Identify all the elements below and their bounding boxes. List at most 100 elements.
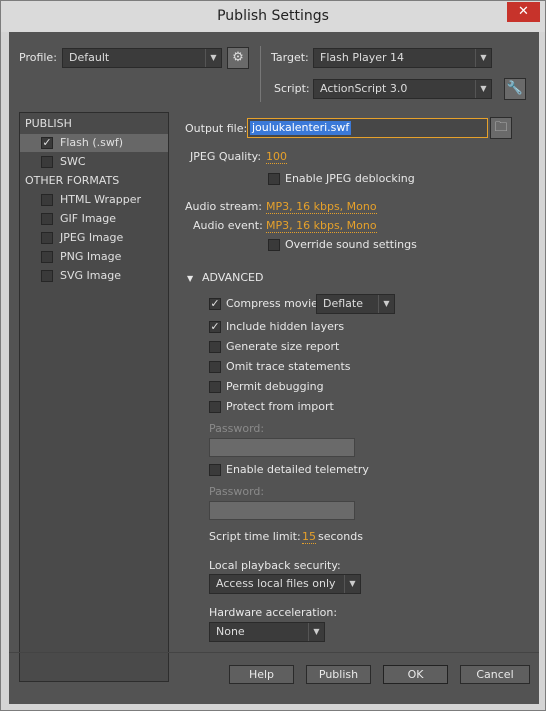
dialog-body: Profile: Default ▼ ⚙ Target: Flash Playe… bbox=[9, 32, 539, 704]
override-sound-checkbox[interactable] bbox=[268, 239, 280, 251]
chevron-down-icon: ▼ bbox=[378, 295, 394, 313]
folder-icon: 🗀 bbox=[494, 120, 508, 135]
script-dropdown[interactable]: ActionScript 3.0 ▼ bbox=[313, 79, 492, 99]
script-label: Script: bbox=[274, 82, 310, 95]
help-button[interactable]: Help bbox=[229, 665, 294, 684]
compress-value: Deflate bbox=[323, 297, 363, 310]
target-dropdown[interactable]: Flash Player 14 ▼ bbox=[313, 48, 492, 68]
html-checkbox[interactable] bbox=[41, 194, 53, 206]
script-value: ActionScript 3.0 bbox=[320, 82, 408, 95]
hw-accel-label: Hardware acceleration: bbox=[209, 606, 338, 619]
gif-checkbox[interactable] bbox=[41, 213, 53, 225]
audio-event-value[interactable]: MP3, 16 kbps, Mono bbox=[266, 219, 377, 233]
browse-output-button[interactable]: 🗀 bbox=[490, 117, 512, 139]
target-label: Target: bbox=[271, 51, 309, 64]
format-item-label: HTML Wrapper bbox=[60, 193, 142, 206]
footer-divider bbox=[9, 652, 539, 653]
publish-heading: PUBLISH bbox=[25, 117, 72, 130]
profile-label: Profile: bbox=[19, 51, 57, 64]
cancel-button[interactable]: Cancel bbox=[460, 665, 530, 684]
audio-event-label: Audio event: bbox=[193, 219, 263, 232]
format-list-panel: PUBLISH ✓ Flash (.swf) SWC OTHER FORMATS… bbox=[19, 112, 169, 682]
permit-debugging-checkbox[interactable] bbox=[209, 381, 221, 393]
local-playback-label: Local playback security: bbox=[209, 559, 341, 572]
format-item-label: JPEG Image bbox=[60, 231, 124, 244]
format-item-label: GIF Image bbox=[60, 212, 117, 225]
permit-debugging-label: Permit debugging bbox=[226, 380, 324, 393]
gear-icon: ⚙ bbox=[232, 50, 244, 65]
format-item-png[interactable]: PNG Image bbox=[20, 248, 168, 266]
format-item-svg[interactable]: SVG Image bbox=[20, 267, 168, 285]
compress-dropdown[interactable]: Deflate ▼ bbox=[316, 294, 395, 314]
hw-accel-dropdown[interactable]: None ▼ bbox=[209, 622, 325, 642]
script-time-label: Script time limit: bbox=[209, 530, 301, 543]
hw-accel-value: None bbox=[216, 625, 245, 638]
output-file-value: joulukalenteri.swf bbox=[250, 121, 352, 135]
telemetry-password-label: Password: bbox=[209, 485, 265, 498]
protect-import-checkbox[interactable] bbox=[209, 401, 221, 413]
wrench-icon: 🔧 bbox=[506, 81, 524, 96]
jpeg-deblocking-label: Enable JPEG deblocking bbox=[285, 172, 415, 185]
ok-button[interactable]: OK bbox=[383, 665, 448, 684]
output-file-input[interactable]: joulukalenteri.swf bbox=[247, 118, 488, 138]
omit-trace-label: Omit trace statements bbox=[226, 360, 351, 373]
telemetry-checkbox[interactable] bbox=[209, 464, 221, 476]
output-file-label: Output file: bbox=[185, 122, 248, 135]
other-formats-heading: OTHER FORMATS bbox=[25, 174, 120, 187]
audio-stream-label: Audio stream: bbox=[185, 200, 263, 213]
actionscript-settings-button[interactable]: 🔧 bbox=[504, 78, 526, 100]
omit-trace-checkbox[interactable] bbox=[209, 361, 221, 373]
profile-dropdown[interactable]: Default ▼ bbox=[62, 48, 222, 68]
format-item-label: PNG Image bbox=[60, 250, 122, 263]
protect-import-label: Protect from import bbox=[226, 400, 334, 413]
advanced-toggle[interactable]: ADVANCED bbox=[202, 271, 263, 284]
include-hidden-checkbox[interactable]: ✓ bbox=[209, 321, 221, 333]
audio-stream-value[interactable]: MP3, 16 kbps, Mono bbox=[266, 200, 377, 214]
local-playback-dropdown[interactable]: Access local files only ▼ bbox=[209, 574, 361, 594]
override-sound-label: Override sound settings bbox=[285, 238, 417, 251]
format-item-label: Flash (.swf) bbox=[60, 136, 124, 149]
telemetry-password-input[interactable] bbox=[209, 501, 355, 520]
jpeg-checkbox[interactable] bbox=[41, 232, 53, 244]
script-time-unit: seconds bbox=[318, 530, 363, 543]
chevron-down-icon: ▼ bbox=[308, 623, 324, 641]
jpeg-deblocking-checkbox[interactable] bbox=[268, 173, 280, 185]
svg-checkbox[interactable] bbox=[41, 270, 53, 282]
format-item-gif[interactable]: GIF Image bbox=[20, 210, 168, 228]
chevron-down-icon: ▼ bbox=[475, 80, 491, 98]
generate-report-label: Generate size report bbox=[226, 340, 340, 353]
password-input[interactable] bbox=[209, 438, 355, 457]
profile-value: Default bbox=[69, 51, 110, 64]
password-label: Password: bbox=[209, 422, 265, 435]
compress-movie-label: Compress movie bbox=[226, 297, 318, 310]
format-item-html[interactable]: HTML Wrapper bbox=[20, 191, 168, 209]
profile-options-button[interactable]: ⚙ bbox=[227, 47, 249, 69]
compress-movie-checkbox[interactable]: ✓ bbox=[209, 298, 221, 310]
telemetry-label: Enable detailed telemetry bbox=[226, 463, 369, 476]
window-title: Publish Settings bbox=[217, 8, 329, 24]
chevron-down-icon: ▼ bbox=[205, 49, 221, 67]
title-bar: Publish Settings ✕ bbox=[1, 1, 545, 32]
swc-checkbox[interactable] bbox=[41, 156, 53, 168]
script-time-value[interactable]: 15 bbox=[302, 530, 316, 544]
header-divider bbox=[260, 46, 261, 102]
format-item-label: SVG Image bbox=[60, 269, 121, 282]
jpeg-quality-value[interactable]: 100 bbox=[266, 150, 287, 164]
format-item-flash[interactable]: ✓ Flash (.swf) bbox=[20, 134, 168, 152]
target-value: Flash Player 14 bbox=[320, 51, 405, 64]
triangle-down-icon[interactable]: ▼ bbox=[187, 274, 193, 283]
close-button[interactable]: ✕ bbox=[507, 2, 540, 22]
chevron-down-icon: ▼ bbox=[344, 575, 360, 593]
generate-report-checkbox[interactable] bbox=[209, 341, 221, 353]
include-hidden-label: Include hidden layers bbox=[226, 320, 345, 333]
publish-button[interactable]: Publish bbox=[306, 665, 371, 684]
flash-checkbox[interactable]: ✓ bbox=[41, 137, 53, 149]
format-item-jpeg[interactable]: JPEG Image bbox=[20, 229, 168, 247]
png-checkbox[interactable] bbox=[41, 251, 53, 263]
publish-settings-window: Publish Settings ✕ Profile: Default ▼ ⚙ … bbox=[0, 0, 546, 711]
chevron-down-icon: ▼ bbox=[475, 49, 491, 67]
local-playback-value: Access local files only bbox=[216, 577, 336, 590]
format-item-swc[interactable]: SWC bbox=[20, 153, 168, 171]
jpeg-quality-label: JPEG Quality: bbox=[190, 150, 262, 163]
format-item-label: SWC bbox=[60, 155, 86, 168]
